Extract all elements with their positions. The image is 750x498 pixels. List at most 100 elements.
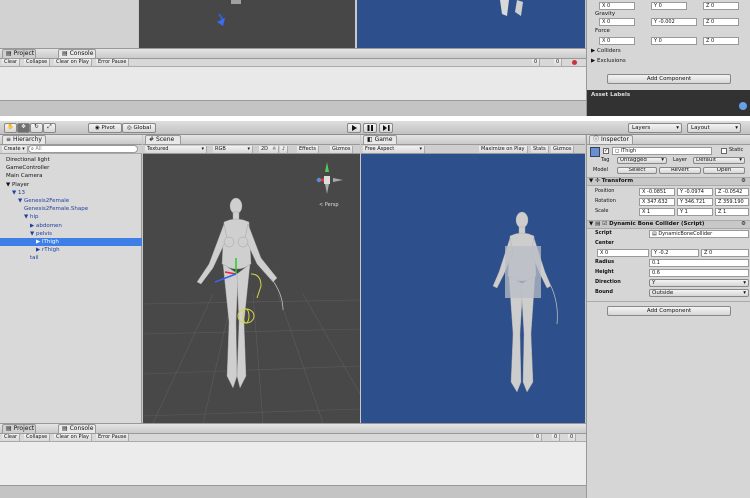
console-log-area[interactable]: [0, 442, 586, 486]
hierarchy-item[interactable]: ▶ rThigh: [0, 246, 142, 254]
transform-settings-icon[interactable]: ⚙: [741, 178, 746, 185]
force-x[interactable]: X 0: [599, 37, 635, 45]
scene-tab[interactable]: # Scene: [145, 135, 181, 144]
top-scene-view[interactable]: [139, 0, 355, 48]
error-count[interactable]: 0: [568, 434, 577, 441]
scene-viewport[interactable]: < Persp: [143, 154, 360, 423]
hierarchy-item[interactable]: ▼ 13: [0, 189, 142, 197]
position-y[interactable]: Y -0.0974: [677, 188, 713, 196]
top-clear-on-play-button[interactable]: Clear on Play: [54, 59, 92, 66]
layer-dropdown[interactable]: Default ▾: [693, 157, 745, 164]
gravity-x[interactable]: X 0: [599, 18, 635, 26]
scale-y[interactable]: Y 1: [677, 208, 713, 216]
console-tab[interactable]: ▤ Console: [58, 424, 96, 433]
hierarchy-item[interactable]: ▶ abdomen: [0, 222, 142, 230]
top-value-y[interactable]: Y 0: [651, 2, 687, 10]
persp-label[interactable]: < Persp: [319, 202, 339, 209]
bound-dropdown[interactable]: Outside ▾: [649, 289, 749, 297]
force-z[interactable]: Z 0: [703, 37, 739, 45]
position-x[interactable]: X -0.0851: [639, 188, 675, 196]
force-y[interactable]: Y 0: [651, 37, 697, 45]
hierarchy-item[interactable]: tail: [0, 254, 142, 262]
active-checkbox[interactable]: ✓: [603, 148, 609, 154]
move-tool-button[interactable]: ✥: [17, 123, 30, 133]
asset-labels-icon[interactable]: [739, 102, 747, 110]
hierarchy-item[interactable]: ▶ lThigh: [0, 238, 142, 246]
gravity-y[interactable]: Y -0.002: [651, 18, 697, 26]
script-field[interactable]: ▤ DynamicBoneCollider: [649, 230, 749, 238]
step-button[interactable]: [379, 123, 393, 133]
top-error-pause-button[interactable]: Error Pause: [96, 59, 130, 66]
hierarchy-search-input[interactable]: ⌕ All: [28, 145, 138, 153]
top-warn-count[interactable]: 0: [554, 59, 563, 66]
hierarchy-tab[interactable]: ≡ Hierarchy: [2, 135, 46, 144]
gravity-z[interactable]: Z 0: [703, 18, 739, 26]
radius-field[interactable]: 0.1: [649, 259, 749, 267]
error-pause-button[interactable]: Error Pause: [96, 434, 130, 441]
tag-dropdown[interactable]: Untagged ▾: [617, 157, 667, 164]
model-open-button[interactable]: Open: [703, 167, 745, 174]
play-button[interactable]: [347, 123, 361, 133]
height-field[interactable]: 0.6: [649, 269, 749, 277]
hierarchy-item[interactable]: ▼ pelvis: [0, 230, 142, 238]
global-toggle[interactable]: ◎ Global: [122, 123, 156, 133]
top-collapse-button[interactable]: Collapse: [24, 59, 51, 66]
top-add-component-button[interactable]: Add Component: [607, 74, 731, 84]
project-tab[interactable]: ▤ Project: [2, 424, 36, 433]
maximize-on-play-toggle[interactable]: Maximize on Play: [479, 146, 528, 153]
game-gizmos-toggle[interactable]: Gizmos: [551, 146, 575, 153]
rotation-x[interactable]: X 347.632: [639, 198, 675, 206]
hierarchy-item[interactable]: ▼ Player: [0, 181, 142, 189]
rotate-tool-button[interactable]: ↻: [30, 123, 43, 133]
rgb-dropdown[interactable]: RGB ▾: [213, 146, 253, 153]
hierarchy-item[interactable]: GameController: [0, 164, 142, 172]
center-z[interactable]: Z 0: [701, 249, 749, 257]
top-error-icon[interactable]: [572, 60, 577, 65]
collider-settings-icon[interactable]: ⚙: [741, 221, 746, 228]
layout-dropdown[interactable]: Layout ▾: [687, 123, 741, 133]
model-select-button[interactable]: Select: [617, 167, 657, 174]
top-console-tab[interactable]: ▤ Console: [58, 49, 96, 58]
exclusions-label[interactable]: ▶ Exclusions: [591, 58, 626, 65]
stats-toggle[interactable]: Stats: [531, 146, 549, 153]
clear-on-play-button[interactable]: Clear on Play: [54, 434, 92, 441]
inspector-tab[interactable]: ⓘ Inspector: [589, 135, 633, 144]
audio-toggle[interactable]: ♪: [280, 146, 289, 153]
effects-dropdown[interactable]: Effects: [297, 146, 319, 153]
scale-x[interactable]: X 1: [639, 208, 675, 216]
pivot-toggle[interactable]: ◉ Pivot: [88, 123, 122, 133]
scene-gizmos-dropdown[interactable]: Gizmos: [330, 146, 354, 153]
scale-z[interactable]: Z 1: [715, 208, 749, 216]
top-value-x[interactable]: X 0: [599, 2, 635, 10]
add-component-button[interactable]: Add Component: [607, 306, 731, 316]
center-y[interactable]: Y -0.2: [651, 249, 699, 257]
warning-count[interactable]: 0: [552, 434, 561, 441]
top-game-view[interactable]: [357, 0, 585, 48]
rotation-z[interactable]: Z 359.190: [715, 198, 749, 206]
hierarchy-item[interactable]: ▼ hip: [0, 213, 142, 221]
center-x[interactable]: X 0: [597, 249, 649, 257]
game-tab[interactable]: ◧ Game: [363, 135, 397, 144]
pause-button[interactable]: [363, 123, 377, 133]
colliders-label[interactable]: ▶ Colliders: [591, 48, 621, 55]
hierarchy-item[interactable]: Main Camera: [0, 172, 142, 180]
hierarchy-item[interactable]: Directional light: [0, 156, 142, 164]
static-checkbox[interactable]: [721, 148, 727, 154]
collider-header[interactable]: ▼ ▤ ☑ Dynamic Bone Collider (Script) ⚙: [587, 220, 750, 229]
log-count[interactable]: 0: [534, 434, 543, 441]
position-z[interactable]: Z -0.0542: [715, 188, 749, 196]
top-log-count[interactable]: 0: [532, 59, 541, 66]
hand-tool-button[interactable]: ✋: [4, 123, 17, 133]
hierarchy-item[interactable]: ▼ Genesis2Female: [0, 197, 142, 205]
top-clear-button[interactable]: Clear: [2, 59, 21, 66]
collapse-button[interactable]: Collapse: [24, 434, 51, 441]
rotation-y[interactable]: Y 346.721: [677, 198, 713, 206]
transform-header[interactable]: ▼ ✢ Transform ⚙: [587, 177, 750, 186]
top-value-z[interactable]: Z 0: [703, 2, 739, 10]
model-revert-button[interactable]: Revert: [659, 167, 701, 174]
lighting-toggle[interactable]: ☼: [270, 146, 280, 153]
scale-tool-button[interactable]: ⤢: [43, 123, 56, 133]
clear-button[interactable]: Clear: [2, 434, 21, 441]
top-project-tab[interactable]: ▤ Project: [2, 49, 36, 58]
hierarchy-item[interactable]: Genesis2Female.Shape: [0, 205, 142, 213]
